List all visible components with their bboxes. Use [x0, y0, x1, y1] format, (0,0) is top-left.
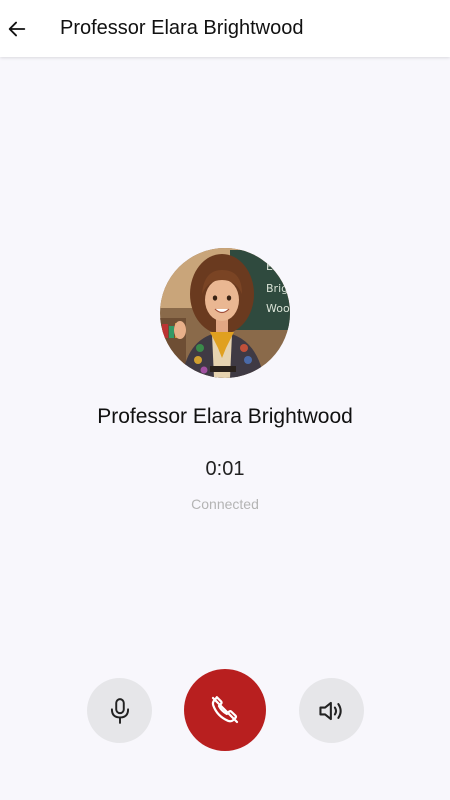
speaker-icon — [318, 701, 342, 720]
call-screen: Professor Elara Brightwood Ela Brig Woo — [0, 0, 450, 800]
chalkboard-text: Woo — [266, 302, 290, 315]
caller-avatar-image: Ela Brig Woo — [160, 248, 290, 378]
chalkboard-text: Brig — [266, 282, 288, 295]
back-button[interactable] — [2, 14, 32, 44]
microphone-icon — [110, 697, 129, 724]
avatar: Ela Brig Woo — [160, 248, 290, 378]
call-status: Connected — [191, 496, 259, 512]
arrow-left-icon — [8, 21, 26, 36]
phone-hangup-icon — [211, 696, 239, 724]
end-call-button[interactable] — [184, 669, 266, 751]
app-bar: Professor Elara Brightwood — [0, 0, 450, 57]
mute-button[interactable] — [87, 678, 152, 743]
call-timer: 0:01 — [205, 458, 245, 480]
page-title: Professor Elara Brightwood — [60, 17, 304, 39]
call-controls — [0, 669, 450, 751]
caller-name: Professor Elara Brightwood — [97, 405, 353, 428]
chalkboard-text: Ela — [266, 260, 283, 273]
speaker-button[interactable] — [299, 678, 364, 743]
